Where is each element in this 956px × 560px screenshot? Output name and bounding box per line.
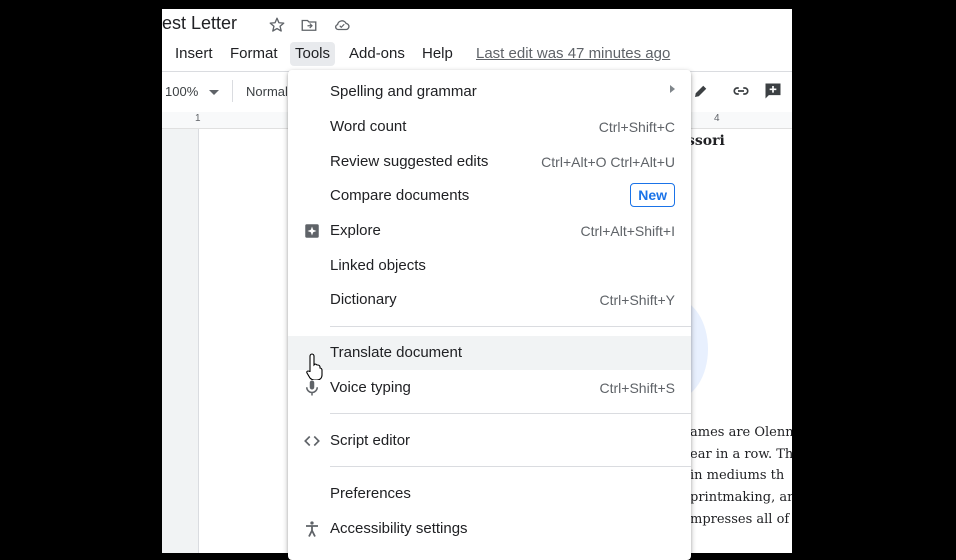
menu-item-script-editor[interactable]: Script editor bbox=[288, 424, 691, 458]
menu-item-shortcut: Ctrl+Shift+Y bbox=[599, 292, 675, 308]
menu-insert[interactable]: Insert bbox=[175, 45, 213, 62]
menu-bar: Insert Format Tools Add-ons Help Last ed… bbox=[162, 41, 792, 66]
menu-item-shortcut: Ctrl+Shift+S bbox=[599, 380, 675, 396]
menu-item-label: Preferences bbox=[330, 485, 411, 502]
pen-icon[interactable] bbox=[692, 82, 710, 105]
zoom-dropdown-icon[interactable] bbox=[209, 90, 219, 95]
menu-item-word-count[interactable]: Word count Ctrl+Shift+C bbox=[288, 110, 691, 144]
menu-item-label: Voice typing bbox=[330, 379, 411, 396]
menu-item-shortcut: Ctrl+Alt+Shift+I bbox=[580, 223, 675, 239]
menu-help[interactable]: Help bbox=[422, 45, 453, 62]
paragraph-line: ear in a row. Th bbox=[690, 447, 792, 462]
menu-item-shortcut: Ctrl+Shift+C bbox=[598, 119, 675, 135]
add-comment-icon[interactable] bbox=[763, 81, 783, 106]
zoom-select[interactable]: 100% bbox=[165, 84, 198, 99]
menu-item-dictionary[interactable]: Dictionary Ctrl+Shift+Y bbox=[288, 283, 691, 317]
menu-item-label: Dictionary bbox=[330, 291, 397, 308]
menu-item-label: Linked objects bbox=[330, 257, 426, 274]
ruler-label: 1 bbox=[195, 113, 201, 124]
menu-item-label: Word count bbox=[330, 118, 407, 135]
menu-item-linked-objects[interactable]: Linked objects bbox=[288, 249, 691, 283]
menu-item-spelling-and-grammar[interactable]: Spelling and grammar bbox=[288, 75, 691, 109]
menu-item-label: Compare documents bbox=[330, 187, 470, 204]
ruler-label: 4 bbox=[714, 113, 720, 124]
new-badge: New bbox=[630, 183, 675, 207]
title-bar: est Letter bbox=[162, 9, 792, 39]
move-folder-icon[interactable] bbox=[299, 15, 319, 35]
toolbar-divider bbox=[232, 80, 233, 102]
last-edit-link[interactable]: Last edit was 47 minutes ago bbox=[476, 45, 670, 62]
paragraph-line: in mediums th bbox=[690, 468, 785, 483]
menu-item-review-suggested-edits[interactable]: Review suggested edits Ctrl+Alt+O Ctrl+A… bbox=[288, 145, 691, 179]
menu-item-label: Script editor bbox=[330, 432, 411, 449]
paragraph-line: printmaking, an bbox=[690, 490, 792, 505]
accessibility-icon bbox=[302, 519, 322, 539]
microphone-icon bbox=[302, 378, 322, 398]
menu-item-accessibility-settings[interactable]: Accessibility settings bbox=[288, 512, 691, 546]
paragraph-style-select[interactable]: Normal bbox=[246, 84, 288, 99]
menu-separator bbox=[330, 466, 691, 467]
paragraph-line: mpresses all of bbox=[690, 512, 790, 527]
tools-menu: Spelling and grammar Word count Ctrl+Shi… bbox=[288, 70, 691, 560]
menu-item-preferences[interactable]: Preferences bbox=[288, 477, 691, 511]
submenu-arrow-icon bbox=[670, 85, 675, 93]
menu-format[interactable]: Format bbox=[230, 45, 278, 62]
hand-cursor-icon bbox=[306, 352, 324, 381]
menu-tools[interactable]: Tools bbox=[290, 42, 336, 66]
menu-item-voice-typing[interactable]: Voice typing Ctrl+Shift+S bbox=[288, 371, 691, 405]
menu-add-ons[interactable]: Add-ons bbox=[349, 45, 405, 62]
paragraph-line: ames are Olenn bbox=[690, 425, 792, 440]
menu-item-label: Accessibility settings bbox=[330, 520, 468, 537]
menu-separator bbox=[330, 326, 691, 327]
menu-item-shortcut: Ctrl+Alt+O Ctrl+Alt+U bbox=[541, 154, 675, 170]
insert-link-icon[interactable] bbox=[730, 82, 752, 105]
document-title[interactable]: est Letter bbox=[162, 13, 237, 34]
menu-item-compare-documents[interactable]: Compare documents New bbox=[288, 179, 691, 213]
menu-item-translate-document[interactable]: Translate document bbox=[288, 336, 691, 370]
menu-item-label: Review suggested edits bbox=[330, 153, 489, 170]
menu-item-label: Translate document bbox=[330, 344, 463, 361]
star-icon[interactable] bbox=[267, 15, 287, 35]
menu-item-label: Explore bbox=[330, 222, 381, 239]
page-heading: ssori bbox=[687, 133, 725, 149]
code-icon bbox=[302, 431, 322, 451]
cloud-saved-icon[interactable] bbox=[332, 15, 352, 35]
menu-item-label: Spelling and grammar bbox=[330, 83, 477, 100]
explore-icon bbox=[302, 221, 322, 241]
menu-separator bbox=[330, 413, 691, 414]
menu-item-explore[interactable]: Explore Ctrl+Alt+Shift+I bbox=[288, 214, 691, 248]
